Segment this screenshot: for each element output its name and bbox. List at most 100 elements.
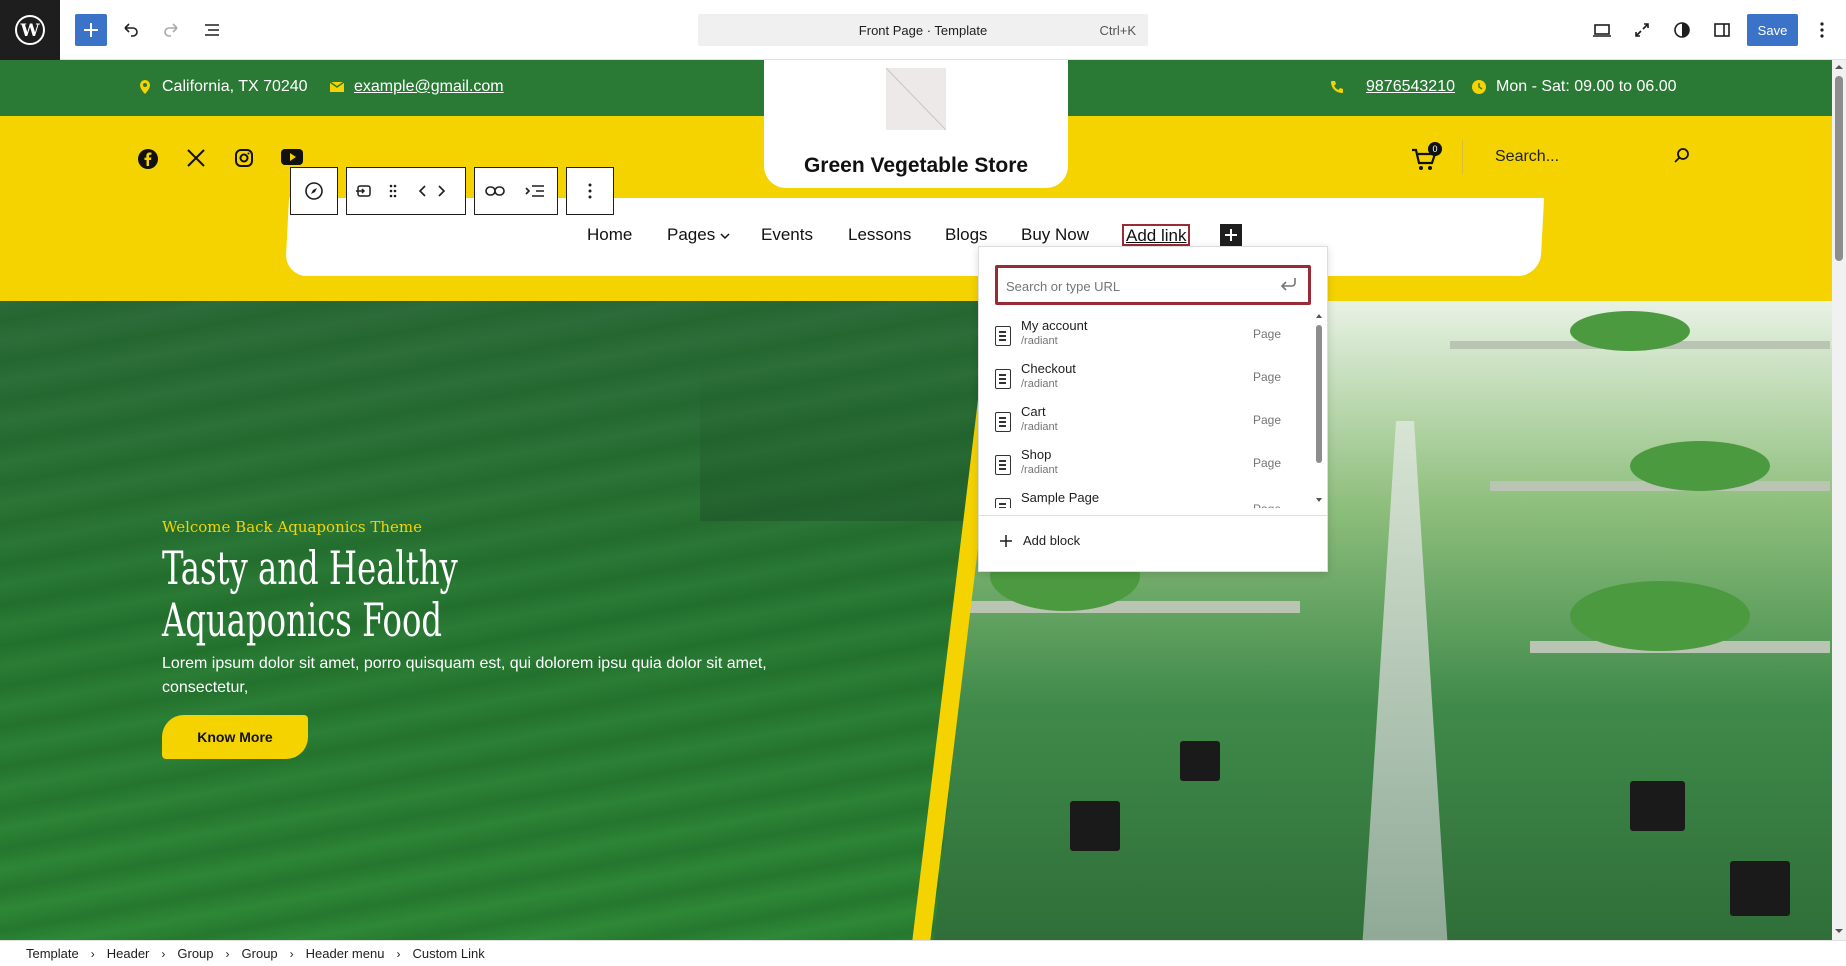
page-icon [995,326,1011,346]
hours-text: Mon - Sat: 09.00 to 06.00 [1496,78,1677,95]
move-left-right-icon[interactable] [405,168,459,214]
fullscreen-icon[interactable] [1626,14,1658,46]
add-nav-block-button[interactable] [1220,224,1242,246]
save-button[interactable]: Save [1747,14,1798,46]
add-submenu-icon[interactable] [515,168,555,214]
chevron-right-icon: › [289,946,294,961]
suggestion-url: /radiant [1021,378,1058,390]
phone-item: 9876543210 [1330,78,1455,96]
suggestions-scrollbar[interactable] [1315,313,1323,503]
canvas-scrollbar[interactable] [1832,60,1846,940]
site-logo-placeholder[interactable] [885,67,947,131]
page-icon [995,412,1011,432]
block-options-icon[interactable] [567,168,613,214]
hero-description: Lorem ipsum dolor sit amet, porro quisqu… [162,655,767,696]
command-palette-bar[interactable]: Front Page · Template Ctrl+K [698,14,1148,46]
nav-item-buy-now[interactable]: Buy Now [1021,225,1089,245]
search-input[interactable]: Search... [1495,148,1559,166]
plus-icon [1000,534,1012,547]
suggestion-url: /radiant [1021,421,1058,433]
header-search[interactable]: Search... [1462,140,1702,174]
cart-icon[interactable]: 0 [1410,142,1442,174]
suggestion-title: Shop [1021,447,1052,462]
chevron-right-icon: › [90,946,95,961]
wordpress-logo-icon[interactable]: W [0,0,60,60]
know-more-button[interactable]: Know More [162,715,308,759]
nav-item-blogs[interactable]: Blogs [945,225,988,245]
breadcrumb-item[interactable]: Template [26,946,79,961]
template-title: Front Page · Template [858,23,988,38]
compass-navigation-icon[interactable] [291,168,337,214]
suggestion-title: Checkout [1021,361,1076,376]
suggestion-title: My account [1021,318,1088,333]
breadcrumb-item[interactable]: Group [177,946,213,961]
breadcrumb-item[interactable]: Header [107,946,150,961]
site-logo-card: Green Vegetable Store [764,60,1068,188]
undo-icon[interactable] [115,14,147,46]
submit-enter-icon[interactable] [1280,276,1298,297]
url-search-field[interactable] [995,265,1311,305]
suggestion-title: Sample Page [1021,490,1100,505]
page-icon [995,369,1011,389]
styles-icon[interactable] [1666,14,1698,46]
phone-icon [1331,81,1343,93]
nav-item-lessons[interactable]: Lessons [848,225,911,245]
breadcrumb-item[interactable]: Group [242,946,278,961]
redo-icon[interactable] [155,14,187,46]
breadcrumb-item-current: Custom Link [412,946,485,961]
settings-sidebar-icon[interactable] [1706,14,1738,46]
x-twitter-icon[interactable] [185,148,207,170]
block-breadcrumb: Template › Header › Group › Group › Head… [0,940,1846,966]
suggestion-cart[interactable]: Cart /radiant Page [995,404,1281,447]
custom-link-block-icon[interactable] [347,168,381,214]
link-control-popover: My account /radiant Page Checkout /radia… [978,246,1328,572]
nav-item-add-link[interactable]: Add link [1122,224,1191,246]
nav-item-pages[interactable]: Pages [667,225,730,245]
add-block-label: Add block [1023,533,1081,548]
more-options-icon[interactable] [1806,14,1838,46]
suggestion-type: Page [1252,327,1281,341]
hero-left-background [0,301,1000,940]
suggestion-type: Page [1252,370,1281,384]
nav-item-pages-label: Pages [667,225,716,244]
hero-title-line-1: Tasty and Healthy [162,541,458,595]
nav-item-home[interactable]: Home [587,225,632,245]
block-inserter-button[interactable] [75,14,107,46]
breadcrumb-item[interactable]: Header menu [306,946,385,961]
site-title[interactable]: Green Vegetable Store [764,154,1068,178]
page-icon [995,498,1011,508]
shortcut-hint: Ctrl+K [1099,23,1136,38]
mail-icon [330,81,344,92]
search-icon[interactable] [1673,147,1691,170]
email-link[interactable]: example@gmail.com [354,78,504,96]
editor-canvas: California, TX 70240 example@gmail.com 9… [0,60,1832,940]
toolbar-group-parent [290,167,338,215]
hero-subtitle: Welcome Back Aquaponics Theme [162,518,423,536]
toolbar-group-options [566,167,614,215]
suggestion-type: Page [1252,456,1281,470]
location-pin-icon [140,80,150,94]
suggestion-checkout[interactable]: Checkout /radiant Page [995,361,1281,404]
hero-title-line-2: Aquaponics Food [162,593,443,647]
facebook-icon[interactable] [137,148,159,170]
document-overview-icon[interactable] [196,14,228,46]
url-search-input[interactable] [1006,276,1266,296]
instagram-icon[interactable] [233,148,255,170]
page-icon [995,455,1011,475]
address-item: California, TX 70240 [138,78,308,96]
address-text: California, TX 70240 [162,78,308,95]
suggestion-my-account[interactable]: My account /radiant Page [995,318,1281,361]
email-item: example@gmail.com [330,78,504,96]
link-icon[interactable] [475,168,515,214]
suggestion-url: /radiant [1021,464,1058,476]
suggestion-sample-page[interactable]: Sample Page Page [995,490,1281,508]
nav-item-events[interactable]: Events [761,225,813,245]
desktop-view-icon[interactable] [1586,14,1618,46]
suggestion-url: /radiant [1021,335,1058,347]
add-block-button[interactable]: Add block [999,533,1080,548]
phone-link[interactable]: 9876543210 [1366,78,1455,96]
toolbar-group-block [346,167,466,215]
suggestion-shop[interactable]: Shop /radiant Page [995,447,1281,490]
toolbar-group-link [474,167,558,215]
drag-handle-icon[interactable] [381,168,405,214]
